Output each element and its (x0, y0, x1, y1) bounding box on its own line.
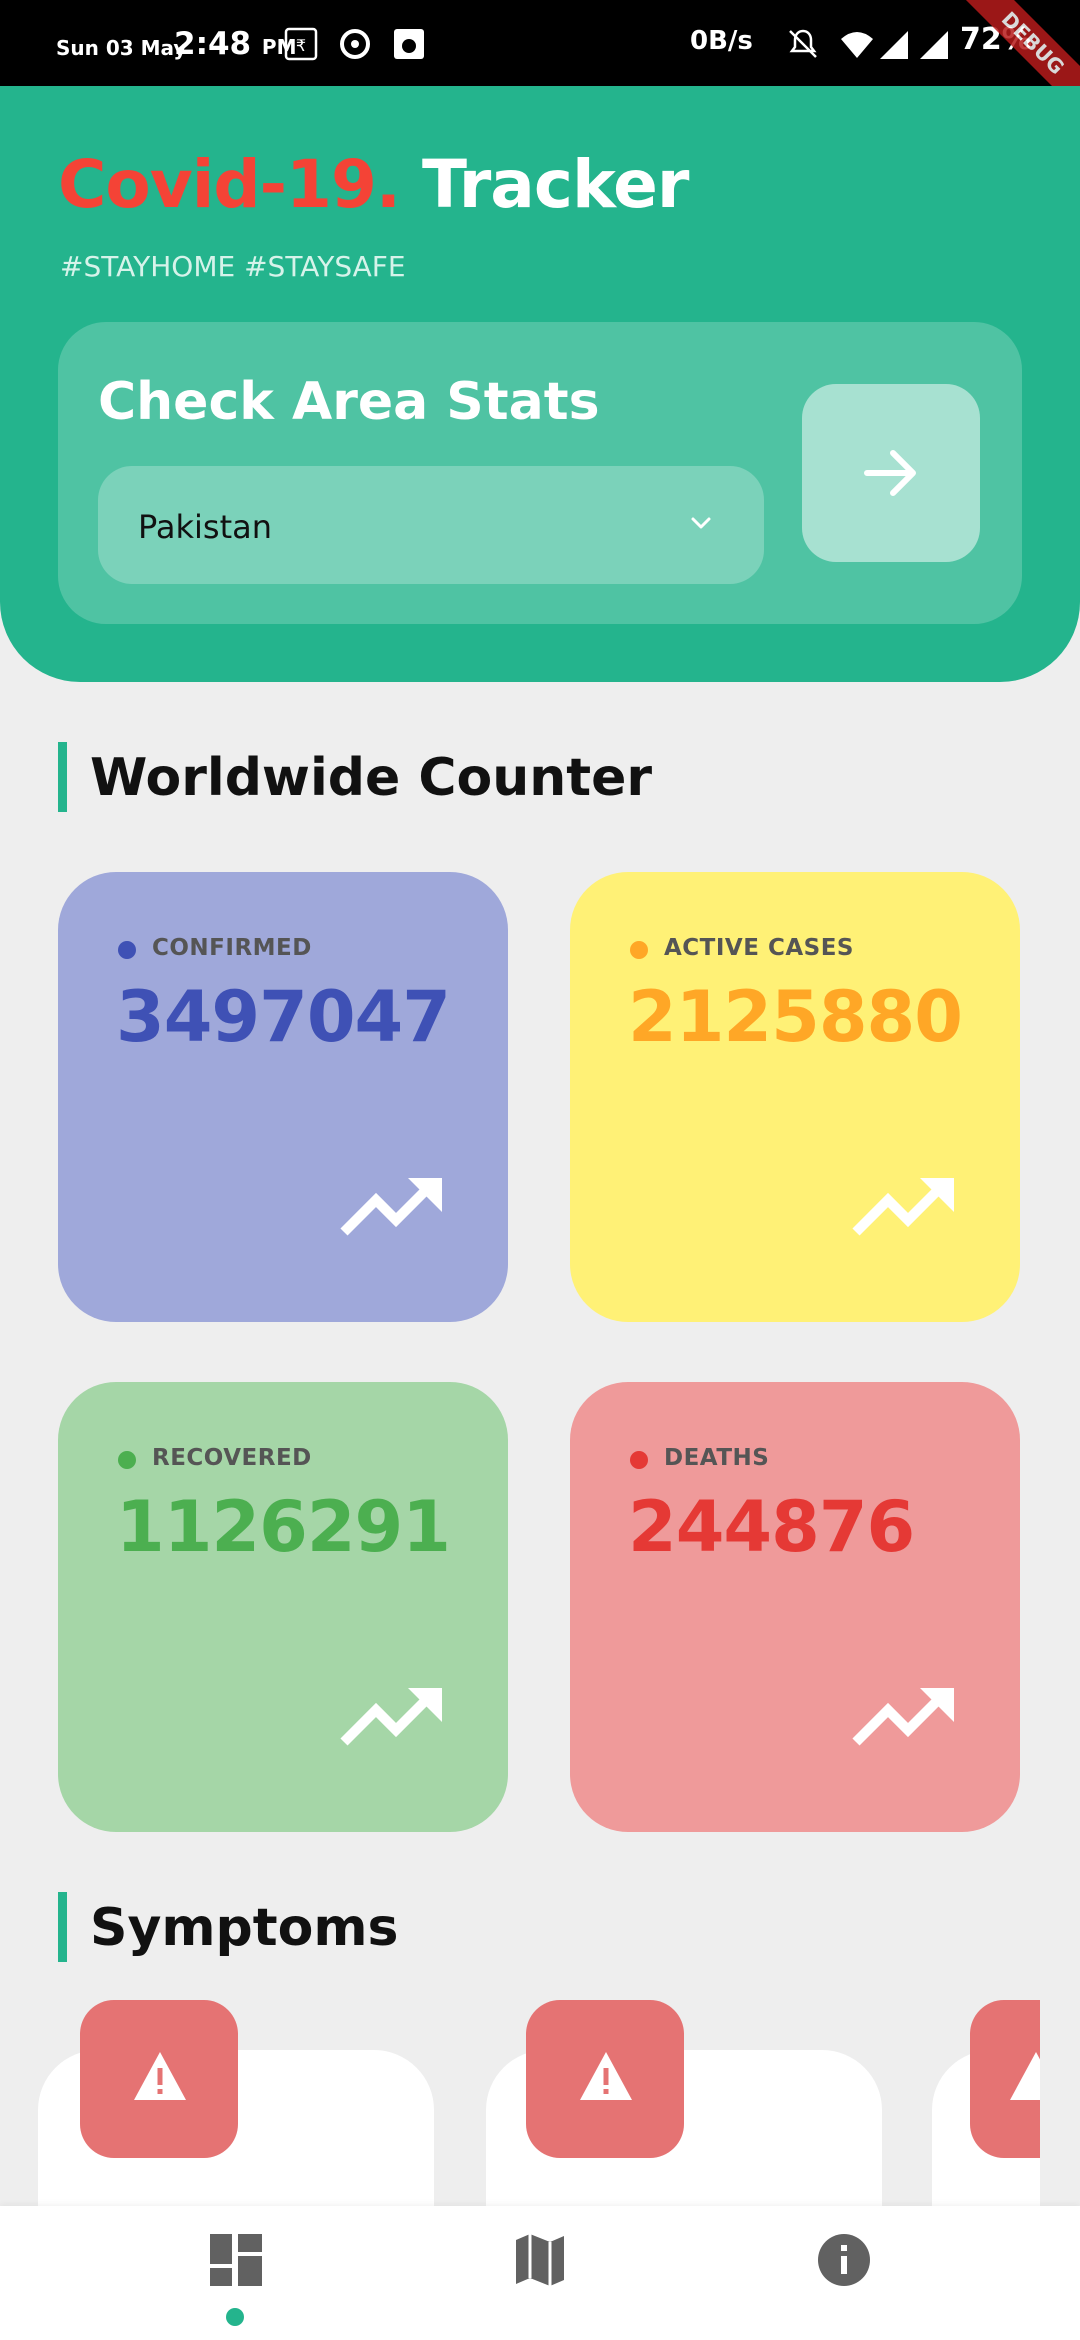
trending-up-icon (340, 1178, 442, 1236)
deaths-value: 244876 (628, 1486, 915, 1568)
warning-icon (580, 2052, 632, 2100)
active-tab-indicator (226, 2308, 244, 2326)
symptom-icon-tile (970, 2000, 1040, 2158)
hashtags: #STAYHOME #STAYSAFE (60, 250, 406, 283)
bottom-navigation (0, 2206, 1080, 2340)
confirmed-dot (118, 941, 136, 959)
app-title: Covid-19. Tracker (58, 146, 689, 223)
symptom-icon-tile (80, 2000, 238, 2158)
active-cases-card[interactable]: ACTIVE CASES 2125880 (570, 872, 1020, 1322)
info-icon[interactable] (814, 2230, 874, 2290)
recovered-label: RECOVERED (152, 1445, 312, 1471)
status-date: Sun 03 May (56, 36, 187, 60)
status-time: 2:48 PM (174, 26, 297, 62)
deaths-label: DEATHS (664, 1445, 770, 1471)
area-stats-card: Check Area Stats Pakistan (58, 322, 1022, 624)
heading-accent-bar (58, 1892, 67, 1962)
symptoms-heading-text: Symptoms (90, 1898, 399, 1958)
arrow-right-icon (864, 450, 916, 496)
heading-accent-bar (58, 742, 67, 812)
country-dropdown[interactable]: Pakistan (98, 466, 764, 584)
worldwide-heading-text: Worldwide Counter (90, 748, 653, 808)
svg-text:₹: ₹ (296, 36, 306, 55)
warning-icon (134, 2052, 186, 2100)
symptom-icon-tile (526, 2000, 684, 2158)
active-cases-value: 2125880 (628, 976, 963, 1058)
active-cases-dot (630, 941, 648, 959)
app-notification-icon (394, 29, 424, 59)
go-button[interactable] (802, 384, 980, 562)
confirmed-label: CONFIRMED (152, 935, 312, 961)
deaths-dot (630, 1451, 648, 1469)
deaths-card[interactable]: DEATHS 244876 (570, 1382, 1020, 1832)
trending-up-icon (340, 1688, 442, 1746)
trending-up-icon (852, 1688, 954, 1746)
country-value: Pakistan (138, 508, 272, 546)
signal-icon-2 (920, 31, 948, 59)
network-speed: 0B/s (690, 26, 753, 56)
wifi-icon (841, 32, 873, 58)
confirmed-value: 3497047 (116, 976, 451, 1058)
warning-icon (1010, 2052, 1040, 2100)
map-icon[interactable] (510, 2230, 570, 2290)
recovered-value: 1126291 (116, 1486, 451, 1568)
recovered-dot (118, 1451, 136, 1469)
trending-up-icon (852, 1178, 954, 1236)
sync-notification-icon (340, 29, 370, 59)
area-stats-title: Check Area Stats (98, 372, 600, 432)
confirmed-card[interactable]: CONFIRMED 3497047 (58, 872, 508, 1322)
header: Covid-19. Tracker #STAYHOME #STAYSAFE Ch… (0, 86, 1080, 682)
rupee-notification-icon: ₹ (284, 27, 318, 61)
dashboard-icon[interactable] (206, 2230, 266, 2290)
chevron-down-icon (691, 517, 711, 529)
active-cases-label: ACTIVE CASES (664, 935, 854, 961)
mute-icon (789, 29, 817, 58)
signal-icon (880, 31, 908, 59)
status-bar: Sun 03 May 2:48 PM ₹ 0B/s 72% DEBUG (0, 0, 1080, 116)
recovered-card[interactable]: RECOVERED 1126291 (58, 1382, 508, 1832)
